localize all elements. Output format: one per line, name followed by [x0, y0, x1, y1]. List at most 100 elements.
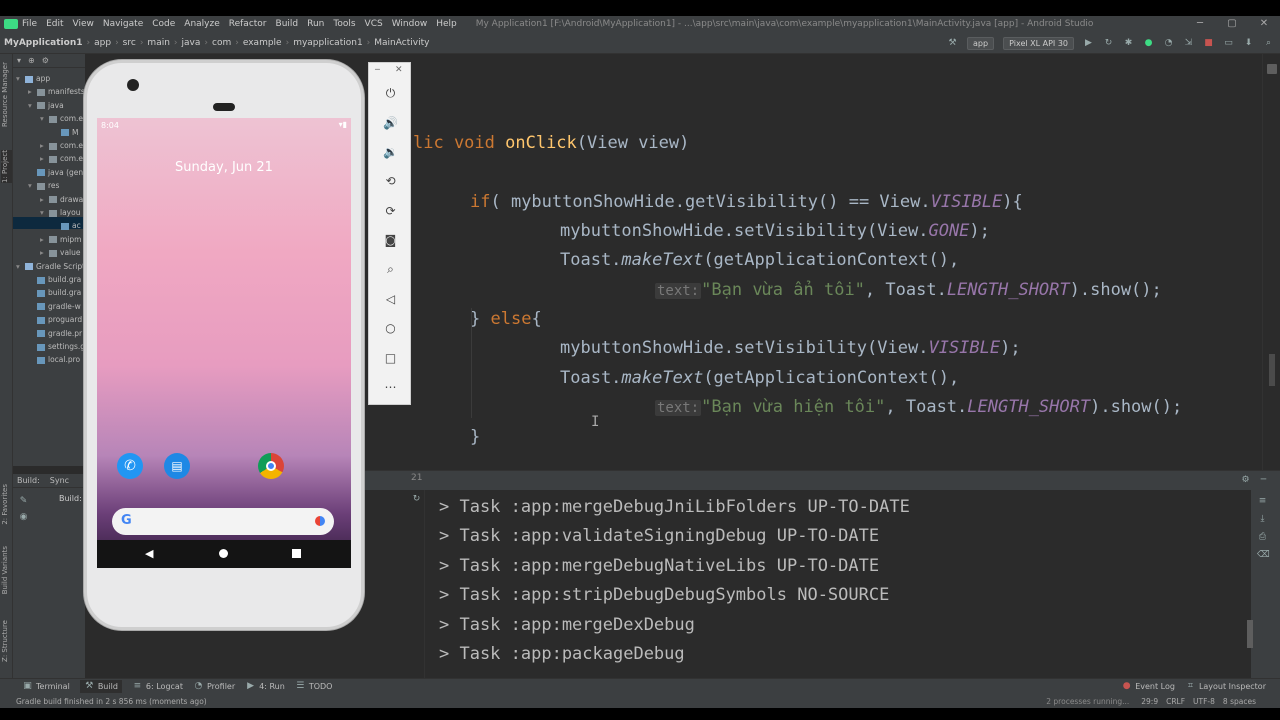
- sdk-manager-icon[interactable]: ⬇: [1243, 38, 1254, 49]
- pin-icon[interactable]: ✎: [18, 496, 29, 507]
- avd-manager-icon[interactable]: ▭: [1223, 38, 1234, 49]
- tree-item[interactable]: ▸ com.e: [40, 139, 83, 152]
- overview-button-icon[interactable]: □: [369, 348, 412, 368]
- tree-item[interactable]: ac: [52, 219, 81, 232]
- expand-arrow-icon[interactable]: ▾: [28, 179, 37, 192]
- tree-item[interactable]: proguard: [28, 313, 82, 326]
- sync-tab[interactable]: Sync: [50, 476, 69, 485]
- crumb-com[interactable]: com: [212, 38, 231, 48]
- menu-edit[interactable]: Edit: [46, 19, 63, 29]
- run-tab[interactable]: ▶ 4: Run: [245, 681, 285, 692]
- dropdown-icon[interactable]: ▾: [17, 56, 21, 65]
- menu-window[interactable]: Window: [392, 19, 428, 29]
- more-icon[interactable]: ⋯: [369, 377, 412, 397]
- crumb-project[interactable]: MyApplication1: [4, 38, 83, 48]
- tree-item[interactable]: java (gen: [28, 166, 83, 179]
- scroll-thumb[interactable]: [1269, 354, 1275, 386]
- chrome-app-icon[interactable]: [258, 453, 284, 479]
- tree-item[interactable]: local.pro: [28, 353, 80, 366]
- tree-item[interactable]: gradle.pr: [28, 327, 82, 340]
- crumb-main[interactable]: main: [147, 38, 170, 48]
- menu-refactor[interactable]: Refactor: [229, 19, 267, 29]
- power-icon[interactable]: ⏻: [369, 83, 412, 103]
- run-config-select[interactable]: app: [967, 36, 995, 50]
- close-icon[interactable]: ✕: [1248, 16, 1280, 32]
- hammer-icon[interactable]: ⚒: [947, 38, 958, 49]
- crumb-example[interactable]: example: [243, 38, 282, 48]
- tree-item[interactable]: ▾ app: [16, 72, 50, 85]
- rerun-build-icon[interactable]: ↻: [411, 494, 422, 505]
- home-button-icon[interactable]: ○: [369, 318, 412, 338]
- inspection-indicator-icon[interactable]: [1267, 64, 1277, 74]
- crumb-java[interactable]: java: [182, 38, 201, 48]
- device-select[interactable]: Pixel XL API 30: [1003, 36, 1074, 50]
- terminal-tab[interactable]: ▣ Terminal: [22, 681, 70, 692]
- attach-icon[interactable]: ⇲: [1183, 38, 1194, 49]
- close-emulator-icon[interactable]: ✕: [395, 65, 403, 75]
- messages-app-icon[interactable]: ▤: [164, 453, 190, 479]
- tree-item[interactable]: ▸ manifests: [28, 85, 85, 98]
- expand-arrow-icon[interactable]: ▸: [40, 139, 49, 152]
- expand-arrow-icon[interactable]: ▾: [16, 260, 25, 273]
- menu-vcs[interactable]: VCS: [365, 19, 383, 29]
- file-encoding[interactable]: UTF-8: [1193, 697, 1215, 706]
- tree-item[interactable]: ▸ drawa: [40, 193, 83, 206]
- menu-code[interactable]: Code: [152, 19, 175, 29]
- assistant-icon[interactable]: [315, 516, 325, 526]
- tree-item[interactable]: build.gra: [28, 273, 81, 286]
- scroll-end-icon[interactable]: ⤓: [1257, 514, 1268, 525]
- status-message[interactable]: Gradle build finished in 2 s 856 ms (mom…: [16, 697, 207, 706]
- crumb-src[interactable]: src: [123, 38, 136, 48]
- tab-build-variants[interactable]: Build Variants: [1, 546, 12, 594]
- tree-item[interactable]: ▸ value: [40, 246, 81, 259]
- tree-item[interactable]: ▸ com.e: [40, 152, 83, 165]
- tree-item[interactable]: ▸ mipm: [40, 233, 81, 246]
- emulator-screen[interactable]: 8:04 ▾▮ Sunday, Jun 21 ✆ ▤ G ◀: [97, 118, 351, 568]
- menu-build[interactable]: Build: [276, 19, 299, 29]
- console-scroll-thumb[interactable]: [1247, 620, 1253, 648]
- tree-item[interactable]: ▾ java: [28, 99, 64, 112]
- home-icon[interactable]: [219, 549, 228, 558]
- print-icon[interactable]: ⎙: [1257, 532, 1268, 543]
- tree-item[interactable]: ▾ res: [28, 179, 59, 192]
- tab-favorites[interactable]: 2: Favorites: [1, 484, 12, 525]
- hide-icon[interactable]: ─: [1258, 475, 1269, 486]
- rerun-icon[interactable]: ↻: [1103, 38, 1114, 49]
- locate-icon[interactable]: ⊕: [28, 56, 35, 65]
- volume-up-icon[interactable]: 🔊: [369, 113, 412, 133]
- google-search-bar[interactable]: G: [112, 508, 334, 535]
- build-tool-tab[interactable]: ⚒ Build: [79, 680, 122, 693]
- crumb-app[interactable]: app: [94, 38, 111, 48]
- caret-position[interactable]: 29:9: [1141, 697, 1158, 706]
- tree-item[interactable]: gradle-w: [28, 300, 81, 313]
- tab-structure[interactable]: Z: Structure: [1, 620, 12, 662]
- todo-tab[interactable]: ☰ TODO: [295, 681, 332, 692]
- indent-setting[interactable]: 8 spaces: [1223, 697, 1256, 706]
- back-icon[interactable]: ◀: [145, 547, 153, 560]
- search-icon[interactable]: ⌕: [1263, 38, 1274, 49]
- run-icon[interactable]: ▶: [1083, 38, 1094, 49]
- menu-analyze[interactable]: Analyze: [184, 19, 219, 29]
- tree-item[interactable]: ▾ layou: [40, 206, 80, 219]
- wrap-icon[interactable]: ≡: [1257, 496, 1268, 507]
- editor-scrollbar[interactable]: [1262, 54, 1280, 470]
- expand-arrow-icon[interactable]: ▾: [28, 99, 37, 112]
- menu-run[interactable]: Run: [307, 19, 324, 29]
- crumb-package[interactable]: myapplication1: [293, 38, 362, 48]
- screenshot-icon[interactable]: ◙: [369, 230, 412, 250]
- minimize-emulator-icon[interactable]: ─: [375, 65, 380, 74]
- eye-icon[interactable]: ◉: [18, 512, 29, 523]
- tree-item[interactable]: settings.g: [28, 340, 85, 353]
- expand-arrow-icon[interactable]: ▸: [28, 85, 37, 98]
- logcat-tab[interactable]: ≡ 6: Logcat: [132, 681, 183, 692]
- maximize-icon[interactable]: ▢: [1216, 16, 1248, 32]
- expand-arrow-icon[interactable]: ▸: [40, 233, 49, 246]
- build-output-console[interactable]: > Task :app:mergeDebugJniLibFolders UP-T…: [425, 490, 1251, 678]
- expand-arrow-icon[interactable]: ▾: [40, 206, 49, 219]
- minimize-icon[interactable]: ─: [1184, 16, 1216, 32]
- expand-arrow-icon[interactable]: ▸: [40, 193, 49, 206]
- event-log-tab[interactable]: ● Event Log: [1121, 681, 1175, 692]
- recents-icon[interactable]: [292, 549, 301, 558]
- gear-icon[interactable]: ⚙: [1240, 475, 1251, 486]
- rotate-left-icon[interactable]: ⟲: [369, 171, 412, 191]
